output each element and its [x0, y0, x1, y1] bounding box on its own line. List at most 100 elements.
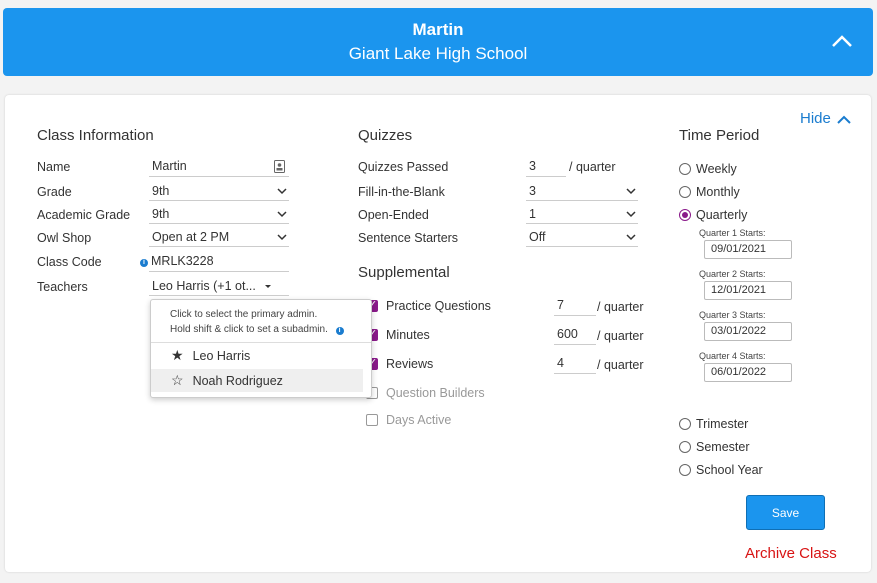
radio-selected-icon: [679, 209, 691, 221]
radio-label: Semester: [696, 440, 750, 454]
dropdown-hint: Click to select the primary admin. Hold …: [170, 307, 344, 337]
quarter-2-label: Quarter 2 Starts:: [699, 269, 766, 279]
teachers-select[interactable]: Leo Harris (+1 ot...: [149, 277, 289, 296]
sentence-starters-label: Sentence Starters: [358, 231, 459, 245]
supplemental-heading: Supplemental: [358, 264, 450, 281]
minutes-unit: / quarter: [597, 329, 644, 343]
sentence-starters-value: Off: [529, 229, 546, 244]
radio-monthly[interactable]: Monthly: [679, 185, 740, 199]
quizzes-passed-input[interactable]: 3: [526, 158, 566, 177]
grade-value: 9th: [152, 183, 170, 198]
academic-grade-label: Academic Grade: [37, 208, 131, 222]
quarter-3-label: Quarter 3 Starts:: [699, 310, 766, 320]
name-value: Martin: [152, 159, 187, 173]
academic-grade-value: 9th: [152, 206, 170, 221]
name-label: Name: [37, 160, 71, 174]
minutes-input[interactable]: 600: [554, 326, 596, 345]
class-code-label: Class Code: [37, 255, 102, 269]
radio-quarterly[interactable]: Quarterly: [679, 208, 747, 222]
teachers-label: Teachers: [37, 280, 88, 294]
days-active-label: Days Active: [386, 413, 452, 427]
open-ended-label: Open-Ended: [358, 208, 429, 222]
reviews-label: Reviews: [386, 357, 434, 371]
teacher-option-name: Leo Harris: [192, 348, 251, 363]
grade-label: Grade: [37, 185, 72, 199]
quarter-4-label: Quarter 4 Starts:: [699, 351, 766, 361]
fill-blank-label: Fill-in-the-Blank: [358, 185, 445, 199]
quarter-2-date: 12/01/2021: [711, 284, 767, 296]
owl-shop-select[interactable]: Open at 2 PM: [149, 228, 289, 247]
radio-school-year[interactable]: School Year: [679, 463, 763, 477]
chevron-down-icon: [277, 234, 287, 241]
radio-label: Weekly: [696, 162, 737, 176]
fill-blank-select[interactable]: 3: [526, 182, 638, 201]
reviews-value: 4: [557, 356, 564, 370]
academic-grade-select[interactable]: 9th: [149, 205, 289, 224]
reviews-input[interactable]: 4: [554, 355, 596, 374]
practice-questions-input[interactable]: 7: [554, 297, 596, 316]
teacher-option-name: Noah Rodriguez: [192, 373, 283, 388]
class-code-value: MRLK3228: [151, 254, 214, 268]
reviews-checkbox[interactable]: Reviews: [366, 356, 434, 371]
question-builders-checkbox[interactable]: Question Builders: [366, 386, 485, 400]
radio-icon: [679, 186, 691, 198]
teacher-option-noah-rodriguez[interactable]: ☆ Noah Rodriguez: [151, 369, 363, 392]
contact-card-icon: [274, 160, 285, 173]
quarter-1-date-input[interactable]: 09/01/2021: [704, 240, 792, 259]
hide-button[interactable]: Hide: [800, 110, 851, 127]
radio-weekly[interactable]: Weekly: [679, 162, 737, 176]
school-name: Giant Lake High School: [348, 44, 528, 63]
hide-label: Hide: [800, 110, 831, 127]
star-filled-icon: ★: [171, 347, 184, 363]
grade-select[interactable]: 9th: [149, 182, 289, 201]
chevron-up-icon: [837, 115, 851, 124]
radio-trimester[interactable]: Trimester: [679, 417, 748, 431]
quarter-2-date-input[interactable]: 12/01/2021: [704, 281, 792, 300]
question-builders-label: Question Builders: [386, 386, 485, 400]
radio-label: Quarterly: [696, 208, 748, 222]
radio-label: Trimester: [696, 417, 749, 431]
quarter-3-date-input[interactable]: 03/01/2022: [704, 322, 792, 341]
chevron-up-icon[interactable]: [831, 30, 853, 52]
hint-line-2: Hold shift & click to set a subadmin.: [170, 324, 328, 335]
chevron-down-icon: [626, 211, 636, 218]
quizzes-passed-unit: / quarter: [569, 160, 616, 174]
dropdown-divider: [151, 342, 371, 343]
hint-line-1: Click to select the primary admin.: [170, 309, 318, 320]
quarter-3-date: 03/01/2022: [711, 325, 767, 337]
radio-label: Monthly: [696, 185, 740, 199]
class-header: Martin Giant Lake High School: [3, 8, 873, 76]
name-field[interactable]: Martin: [149, 158, 289, 177]
chevron-down-icon: [626, 234, 636, 241]
fill-blank-value: 3: [529, 183, 536, 198]
practice-questions-checkbox[interactable]: Practice Questions: [366, 298, 491, 313]
radio-semester[interactable]: Semester: [679, 440, 750, 454]
minutes-value: 600: [557, 327, 578, 341]
owl-shop-label: Owl Shop: [37, 231, 92, 245]
save-button[interactable]: Save: [746, 495, 825, 530]
checkbox-unchecked-icon: [366, 414, 378, 426]
quarter-4-date: 06/01/2022: [711, 366, 767, 378]
teacher-option-leo-harris[interactable]: ★ Leo Harris: [151, 344, 363, 367]
chevron-down-icon: [626, 188, 636, 195]
reviews-unit: / quarter: [597, 358, 644, 372]
radio-icon: [679, 163, 691, 175]
quarter-4-date-input[interactable]: 06/01/2022: [704, 363, 792, 382]
open-ended-value: 1: [529, 206, 536, 221]
caret-down-icon: [265, 285, 271, 288]
info-icon[interactable]: i: [140, 259, 148, 267]
radio-icon: [679, 441, 691, 453]
sentence-starters-select[interactable]: Off: [526, 228, 638, 247]
archive-class-link[interactable]: Archive Class: [745, 545, 837, 562]
radio-icon: [679, 418, 691, 430]
teachers-value: Leo Harris (+1 ot...: [152, 278, 256, 293]
owl-shop-value: Open at 2 PM: [152, 229, 230, 244]
quizzes-passed-value: 3: [529, 159, 536, 173]
minutes-checkbox[interactable]: Minutes: [366, 327, 430, 342]
radio-label: School Year: [696, 463, 763, 477]
class-name-title: Martin: [412, 20, 464, 39]
chevron-down-icon: [277, 211, 287, 218]
open-ended-select[interactable]: 1: [526, 205, 638, 224]
days-active-checkbox[interactable]: Days Active: [366, 413, 451, 427]
info-icon[interactable]: i: [335, 327, 344, 335]
